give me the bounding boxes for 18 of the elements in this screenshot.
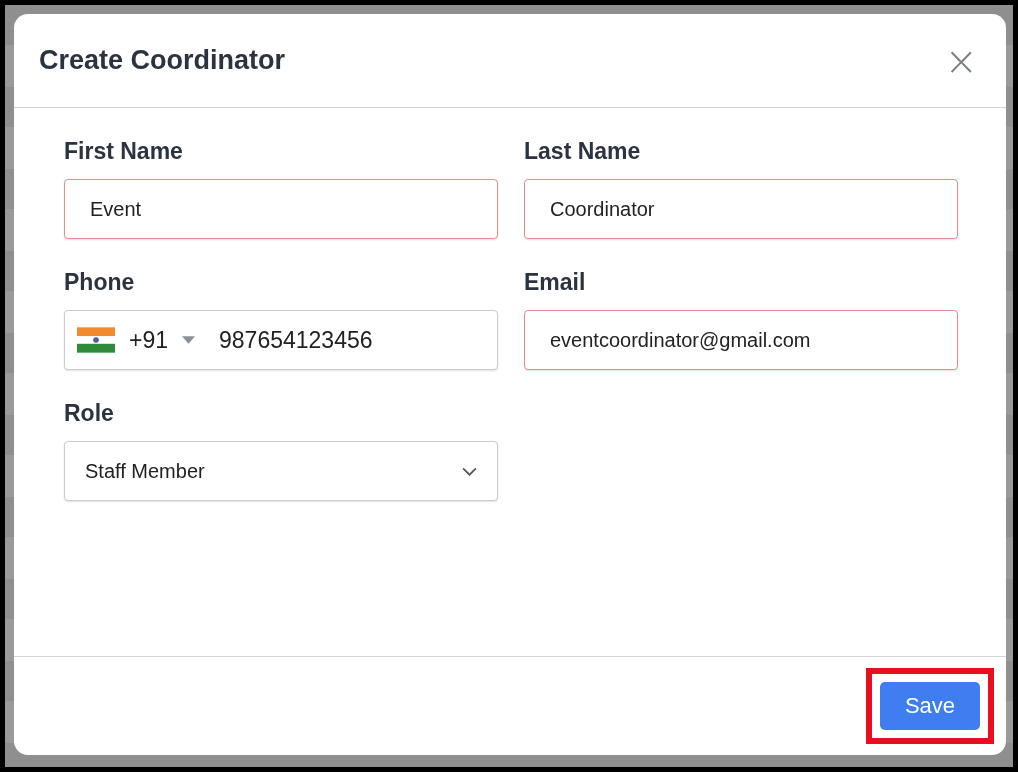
close-button[interactable]: × xyxy=(940,40,982,81)
dialog-title: Create Coordinator xyxy=(39,45,286,76)
dial-code: +91 xyxy=(129,326,168,354)
chevron-down-icon xyxy=(462,466,477,476)
field-label: Role xyxy=(64,400,114,427)
phone-field[interactable]: +91 987654123456 xyxy=(64,310,498,370)
field-label: Last Name xyxy=(524,138,641,165)
field-label: Phone xyxy=(64,269,135,296)
input-field[interactable]: eventcoordinator@gmail.com xyxy=(524,310,958,370)
field-label: Email xyxy=(524,269,586,296)
dropdown-icon xyxy=(182,336,195,344)
phone-number: 987654123456 xyxy=(219,326,373,354)
field-label: First Name xyxy=(64,138,183,165)
input-field[interactable]: Event xyxy=(64,179,498,239)
save-button[interactable]: Save xyxy=(880,682,980,730)
input-field[interactable]: Coordinator xyxy=(524,179,958,239)
role-select[interactable]: Staff Member xyxy=(64,441,498,501)
flag-icon xyxy=(77,327,115,353)
